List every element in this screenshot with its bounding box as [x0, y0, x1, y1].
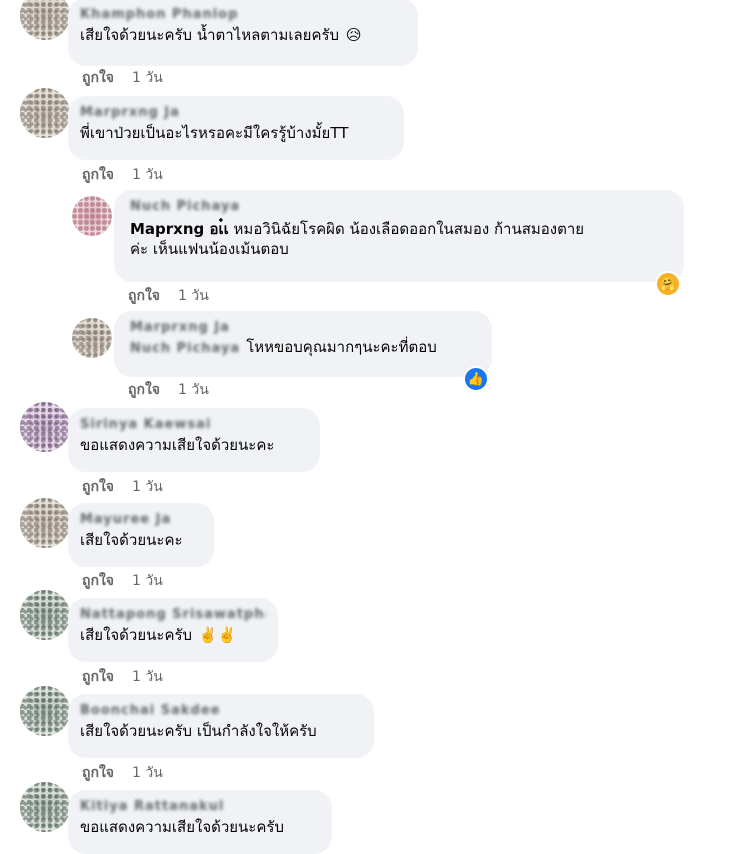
comment-text: เสียใจด้วยนะคะ — [80, 531, 183, 549]
commenter-name[interactable]: Mayuree Ja — [80, 511, 202, 528]
timestamp[interactable]: 1 วัน — [132, 476, 163, 498]
avatar[interactable] — [20, 590, 70, 640]
comment-text: เสียใจด้วยนะครับ น้ำตาไหลตามเลยครับ 😥 — [80, 26, 362, 44]
comment-actions: ถูกใจ 1 วัน — [82, 667, 163, 687]
timestamp[interactable]: 1 วัน — [132, 666, 163, 688]
commenter-name[interactable]: Khamphon Phanlop — [80, 6, 406, 23]
comment-text: Nuch Pichaya โหหขอบคุณมากๆนะคะที่ตอบ — [130, 337, 480, 359]
avatar[interactable] — [72, 196, 112, 236]
tagged-user-link[interactable]: Maprxng อเ๋เ — [130, 220, 229, 238]
comment-bubble: Boonchai Sakdee เสียใจด้วยนะครับ เป็นกำล… — [68, 694, 374, 758]
avatar[interactable] — [20, 402, 70, 452]
reply-bubble: Nuch Pichaya Maprxng อเ๋เ หมอวินิฉัยโรคผ… — [114, 190, 684, 282]
comment-actions: ถูกใจ 1 วัน — [82, 165, 163, 185]
like-button[interactable]: ถูกใจ — [82, 762, 114, 784]
timestamp[interactable]: 1 วัน — [178, 285, 209, 307]
avatar[interactable] — [20, 686, 70, 736]
commenter-name[interactable]: Marprxng Ja — [80, 104, 392, 121]
sad-emoji-icon: 😥 — [345, 26, 362, 44]
avatar[interactable] — [20, 0, 70, 40]
comment-actions: ถูกใจ 1 วัน — [128, 286, 209, 306]
comment-bubble: Kitiya Rattanakul ขอแสดงความเสียใจด้วยนะ… — [68, 790, 332, 854]
commenter-name[interactable]: Kitiya Rattanakul — [80, 798, 320, 815]
like-button[interactable]: ถูกใจ — [82, 476, 114, 498]
commenter-name[interactable]: Nattapong Srisawatphaiya — [80, 606, 266, 623]
timestamp[interactable]: 1 วัน — [132, 762, 163, 784]
timestamp[interactable]: 1 วัน — [132, 164, 163, 186]
tagged-user-link[interactable]: Nuch Pichaya — [130, 339, 240, 359]
avatar[interactable] — [72, 318, 112, 358]
comment-actions: ถูกใจ 1 วัน — [82, 763, 163, 783]
comment-bubble: Sirinya Kaewsai ขอแสดงความเสียใจด้วยนะคะ — [68, 408, 320, 472]
like-button[interactable]: ถูกใจ — [82, 67, 114, 89]
comment-bubble: Mayuree Ja เสียใจด้วยนะคะ — [68, 503, 214, 567]
commenter-name[interactable]: Marprxng Ja — [130, 319, 480, 336]
commenter-name[interactable]: Sirinya Kaewsai — [80, 416, 308, 433]
like-button[interactable]: ถูกใจ — [128, 285, 160, 307]
avatar[interactable] — [20, 782, 70, 832]
comment-text: เสียใจด้วยนะครับ ✌️✌️ — [80, 626, 237, 644]
comment-actions: ถูกใจ 1 วัน — [82, 571, 163, 591]
like-button[interactable]: ถูกใจ — [82, 666, 114, 688]
like-button[interactable]: ถูกใจ — [82, 570, 114, 592]
comment-bubble: Marprxng Ja พี่เขาป่วยเป็นอะไรหรอคะมีใคร… — [68, 96, 404, 160]
avatar[interactable] — [20, 88, 70, 138]
reply-bubble: Marprxng Ja Nuch Pichaya โหหขอบคุณมากๆนะค… — [114, 311, 492, 377]
comment-actions: ถูกใจ 1 วัน — [128, 380, 209, 400]
comment-actions: ถูกใจ 1 วัน — [82, 477, 163, 497]
timestamp[interactable]: 1 วัน — [178, 379, 209, 401]
like-button[interactable]: ถูกใจ — [128, 379, 160, 401]
comment-text: ขอแสดงความเสียใจด้วยนะครับ — [80, 818, 284, 836]
like-button[interactable]: ถูกใจ — [82, 164, 114, 186]
comment-bubble: Nattapong Srisawatphaiya เสียใจด้วยนะครั… — [68, 598, 278, 662]
commenter-name[interactable]: Boonchai Sakdee — [80, 702, 362, 719]
commenter-name[interactable]: Nuch Pichaya — [130, 198, 672, 215]
timestamp[interactable]: 1 วัน — [132, 67, 163, 89]
comment-text: พี่เขาป่วยเป็นอะไรหรอคะมีใครรู้บ้างมั้ยT… — [80, 124, 349, 142]
victory-hand-emoji-icon: ✌️✌️ — [198, 626, 237, 644]
like-reaction-icon[interactable]: 👍 — [463, 366, 489, 392]
avatar[interactable] — [20, 498, 70, 548]
comment-text: ขอแสดงความเสียใจด้วยนะคะ — [80, 436, 275, 454]
timestamp[interactable]: 1 วัน — [132, 570, 163, 592]
comment-text: Maprxng อเ๋เ หมอวินิฉัยโรคผิด น้องเลือดอ… — [130, 220, 585, 258]
care-reaction-icon[interactable]: 🤗 — [655, 271, 681, 297]
comment-bubble: Khamphon Phanlop เสียใจด้วยนะครับ น้ำตาไ… — [68, 0, 418, 66]
comment-text: เสียใจด้วยนะครับ เป็นกำลังใจให้ครับ — [80, 722, 317, 740]
comment-actions: ถูกใจ 1 วัน — [82, 68, 163, 88]
